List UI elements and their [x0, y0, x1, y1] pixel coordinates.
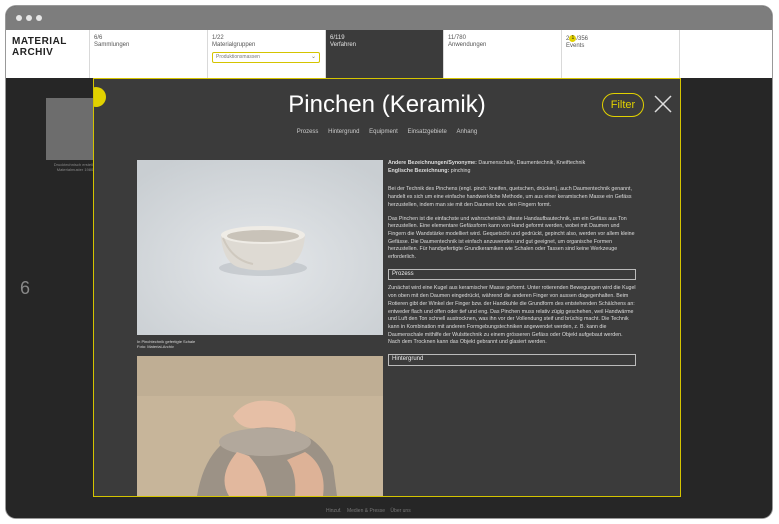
- footer-links: Hinzuf. Medien & Presse Über uns: [326, 508, 415, 514]
- nav-label: Verfahren: [330, 42, 357, 48]
- tab-prozess[interactable]: Prozess: [297, 129, 319, 135]
- nav-count: 1/22: [212, 35, 224, 41]
- section-header-hintergrund[interactable]: Hintergrund: [388, 354, 636, 366]
- background-count: 6: [20, 278, 31, 298]
- nav-count: 6/6: [94, 35, 103, 41]
- meta-value: pinching: [450, 167, 471, 174]
- nav-count: 11/780: [448, 35, 466, 41]
- meta-label: Englische Bezeichnung:: [388, 167, 450, 174]
- tab-einsatzgebiete[interactable]: Einsatzgebiete: [408, 129, 447, 135]
- browser-window: MATERIAL ARCHIV 6/6 Sammlungen 1/22 Mate…: [6, 6, 772, 518]
- section-tabs: Prozess Hintergrund Equipment Einsatzgeb…: [94, 129, 680, 135]
- nav-label: Sammlungen: [94, 42, 130, 48]
- modal-title: Pinchen (Keramik): [288, 91, 486, 118]
- chevron-down-icon: ⌄: [310, 54, 316, 60]
- nav-count: 6/119: [330, 35, 345, 41]
- tab-hintergrund[interactable]: Hintergrund: [328, 129, 359, 135]
- filter-button[interactable]: Filter: [602, 93, 644, 117]
- window-close-dot[interactable]: [16, 15, 22, 21]
- article-content: Andere Bezeichnungen/Synonyme: Daumensch…: [388, 160, 636, 371]
- nav-count: 2 1/356: [566, 35, 675, 43]
- footer-link[interactable]: Medien & Presse: [347, 508, 385, 514]
- material-group-select-value: Produktionsmassen: [216, 54, 260, 60]
- tab-equipment[interactable]: Equipment: [369, 129, 398, 135]
- meta-value: Daumenschale, Daumentechnik, Kneiftechni…: [478, 160, 586, 166]
- pinching-hands-photo: [137, 356, 383, 496]
- image-caption: In Pinchtechnik gefertigte Schale Foto: …: [137, 339, 196, 349]
- meta-label: Andere Bezeichnungen/Synonyme:: [388, 160, 477, 166]
- nav-item-anwendungen[interactable]: 11/780 Anwendungen: [443, 30, 561, 78]
- section-header-prozess[interactable]: Prozess: [388, 268, 636, 281]
- tab-anhang[interactable]: Anhang: [457, 129, 478, 135]
- nav-label: Anwendungen: [448, 42, 487, 48]
- article-paragraph: Das Pinchen ist die einfachste und wahrs…: [388, 215, 635, 261]
- article-meta: Andere Bezeichnungen/Synonyme: Daumensch…: [388, 160, 636, 175]
- footer-link[interactable]: Über uns: [390, 508, 410, 514]
- pinch-bowl-photo: [137, 160, 383, 335]
- nav-item-verfahren[interactable]: 6/119 Verfahren: [325, 30, 443, 78]
- top-navigation: MATERIAL ARCHIV 6/6 Sammlungen 1/22 Mate…: [6, 30, 772, 79]
- article-paragraph: Bei der Technik des Pinchens (engl. pinc…: [388, 186, 633, 208]
- nav-label: Events: [566, 43, 585, 50]
- footer-link[interactable]: Hinzuf.: [326, 508, 342, 514]
- nav-label: Materialgruppen: [212, 42, 256, 48]
- close-icon[interactable]: [652, 93, 674, 115]
- brand-logo[interactable]: MATERIAL ARCHIV: [12, 36, 67, 58]
- window-maximize-dot[interactable]: [36, 15, 42, 21]
- nav-item-empty: [679, 30, 772, 78]
- nav-item-sammlungen[interactable]: 6/6 Sammlungen: [89, 30, 207, 78]
- background-thumbnail[interactable]: [46, 98, 96, 160]
- window-minimize-dot[interactable]: [26, 15, 32, 21]
- nav-item-events[interactable]: 2 1/356 Events: [561, 30, 679, 78]
- material-group-select[interactable]: Produktionsmassen ⌄: [212, 52, 320, 63]
- nav-item-materialgruppen[interactable]: 1/22 Materialgruppen Produktionsmassen ⌄: [207, 30, 325, 78]
- article-paragraph: Zunächst wird eine Kugel aus keramischer…: [388, 285, 636, 346]
- events-count-suffix: /356: [576, 36, 589, 43]
- window-titlebar: [6, 6, 772, 30]
- detail-modal: Pinchen (Keramik) Filter Prozess Hinterg…: [93, 78, 681, 497]
